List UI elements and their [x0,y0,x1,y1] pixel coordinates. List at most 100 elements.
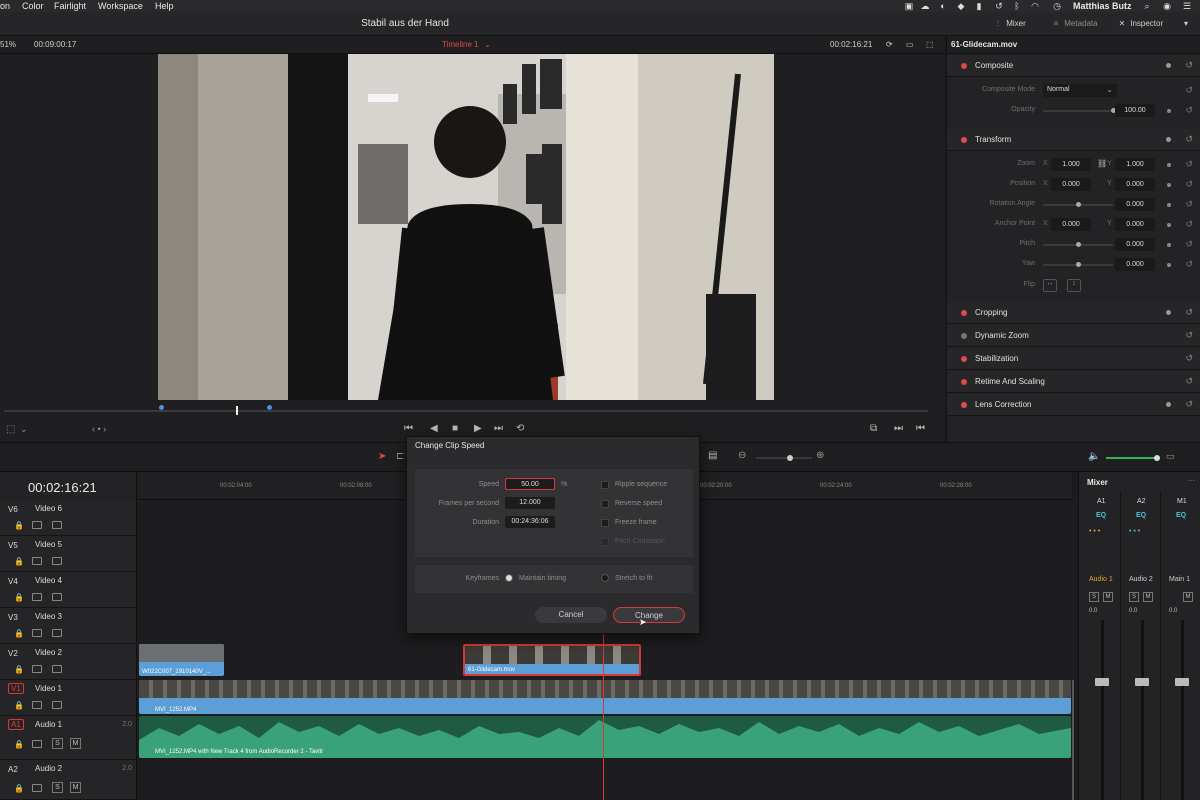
pitch-value[interactable]: 0.000 [1115,238,1155,251]
duration-input[interactable]: 00:24:36:06 [505,516,555,528]
composite-section-header[interactable]: Composite ↺ [947,55,1200,77]
lock-icon[interactable]: 🔒 [14,665,24,674]
auto-select-icon[interactable] [32,784,42,792]
anchor-y-value[interactable]: 0.000 [1115,218,1155,231]
reset-icon[interactable]: ↺ [1185,105,1193,116]
reset-icon[interactable]: ↺ [1185,353,1193,364]
selected-clip[interactable]: 61-Glidecam.mov [463,644,641,676]
timeline-zoom-slider[interactable] [756,457,812,459]
dim-icon[interactable]: ▭ [1166,451,1175,462]
cancel-button[interactable]: Cancel [535,607,607,623]
auto-select-icon[interactable] [32,740,42,748]
play-reverse-icon[interactable]: ◀ [430,423,438,434]
change-button[interactable]: Change [613,607,685,623]
skip-to-end-icon[interactable]: ⏭ [494,423,503,434]
retime-section-header[interactable]: Retime And Scaling ↺ [947,371,1200,393]
reset-icon[interactable]: ↺ [1185,85,1193,96]
fader-knob[interactable] [1095,678,1109,686]
menu-help[interactable]: Help [155,0,174,12]
auto-select-icon[interactable] [32,665,42,673]
eq-button[interactable]: EQ [1176,512,1186,519]
reset-icon[interactable]: ↺ [1185,219,1193,230]
zoom-y-value[interactable]: 1.000 [1115,158,1155,171]
track-header-v4[interactable]: V4 Video 4 🔒 [0,572,137,608]
theme-icon[interactable]: ◐ [938,1,948,11]
timeline-view-icon[interactable]: ▤ [708,450,717,461]
match-frame-icon[interactable]: ⧉ [870,423,877,434]
auto-select-icon[interactable] [32,557,42,565]
chevron-down-icon[interactable]: ⌄ [484,40,491,49]
menu-workspace[interactable]: Workspace [98,0,143,12]
viewer-layout-icon[interactable]: ▭ [906,40,914,49]
retime-enable-toggle[interactable] [961,379,967,385]
opacity-slider[interactable] [1043,110,1113,112]
zoom-in-icon[interactable]: ⊕ [816,450,824,461]
anchor-x-value[interactable]: 0.000 [1051,218,1091,231]
fader-track[interactable] [1181,620,1184,800]
menu-fairlight[interactable]: Fairlight [54,0,86,12]
clock-icon[interactable]: ◷ [1052,1,1062,11]
transform-enable-toggle[interactable] [961,137,967,143]
mute-button[interactable]: M [1143,592,1153,602]
metadata-button[interactable]: ≡ Metadata [1050,17,1098,31]
reset-icon[interactable]: ↺ [1185,199,1193,210]
mixer-button[interactable]: ⫶ Mixer [992,17,1026,31]
composite-enable-toggle[interactable] [961,63,967,69]
keyframe-icon[interactable] [1167,223,1171,227]
solo-button[interactable]: S [1089,592,1099,602]
notification-center-icon[interactable]: ☰ [1182,1,1192,11]
reset-icon[interactable]: ↺ [1185,259,1193,270]
inspector-button[interactable]: ✕ Inspector [1116,17,1164,31]
flip-horizontal-icon[interactable]: ↔ [1043,279,1057,292]
solo-button[interactable]: S [1129,592,1139,602]
track-visibility-icon[interactable] [52,521,62,529]
timeline-clip[interactable]: MVI_1252.MP4 [139,680,1071,714]
stretch-to-fit-radio[interactable] [601,574,609,582]
timeline-selector[interactable]: Timeline 1 [442,40,479,49]
reset-icon[interactable]: ↺ [1185,239,1193,250]
zoom-out-icon[interactable]: ⊖ [738,450,746,461]
reset-icon[interactable]: ↺ [1185,307,1193,318]
keyframe-icon[interactable] [1167,163,1171,167]
composite-mode-select[interactable]: Normal ⌄ [1043,84,1117,97]
bluetooth-icon[interactable]: ᛒ [1012,1,1022,11]
viewer-mode-icon[interactable]: ⬚ [6,424,15,435]
freeze-frame-checkbox[interactable] [601,519,609,527]
position-y-value[interactable]: 0.000 [1115,178,1155,191]
lock-icon[interactable]: 🔒 [14,740,24,749]
lock-icon[interactable]: 🔒 [14,701,24,710]
stop-icon[interactable]: ■ [452,423,458,434]
trim-tool-icon[interactable]: ⊏ [396,451,404,462]
pitch-correction-checkbox[interactable] [601,538,609,546]
auto-select-icon[interactable] [32,701,42,709]
solo-button[interactable]: S [52,738,63,749]
timeline-zoom-knob[interactable] [787,455,793,461]
mouse-icon[interactable]: ▮ [974,1,984,11]
ripple-sequence-checkbox[interactable] [601,481,609,489]
yaw-slider-knob[interactable] [1076,262,1081,267]
spotlight-search-icon[interactable]: ⌕ [1142,1,1152,11]
track-visibility-icon[interactable] [52,701,62,709]
fader-track[interactable] [1101,620,1104,800]
keyframe-icon[interactable] [1166,310,1171,315]
lock-icon[interactable]: 🔒 [14,784,24,793]
track-visibility-icon[interactable] [52,629,62,637]
audio-clip[interactable]: MVI_1252.MP4 with New Track 4 from Audio… [139,716,1071,758]
speaker-icon[interactable]: 🔈 [1088,451,1100,462]
track-header-a2[interactable]: A2 Audio 2 2.0 🔒 S M [0,760,137,800]
auto-select-icon[interactable] [32,521,42,529]
zoom-x-value[interactable]: 1.000 [1051,158,1091,171]
keyframe-icon[interactable] [1166,137,1171,142]
jog-icon[interactable]: ‹ • › [92,424,106,434]
viewer-playhead[interactable] [236,406,238,415]
mute-button[interactable]: M [1183,592,1193,602]
keyframe-icon[interactable] [1167,243,1171,247]
auto-select-icon[interactable] [32,593,42,601]
fader-knob[interactable] [1135,678,1149,686]
track-id[interactable]: V1 [8,683,24,694]
track-header-v5[interactable]: V5 Video 5 🔒 [0,536,137,572]
keyframe-icon[interactable] [1166,63,1171,68]
keyframe-icon[interactable] [1167,109,1171,113]
master-volume-knob[interactable] [1154,455,1160,461]
reset-icon[interactable]: ↺ [1185,330,1193,341]
